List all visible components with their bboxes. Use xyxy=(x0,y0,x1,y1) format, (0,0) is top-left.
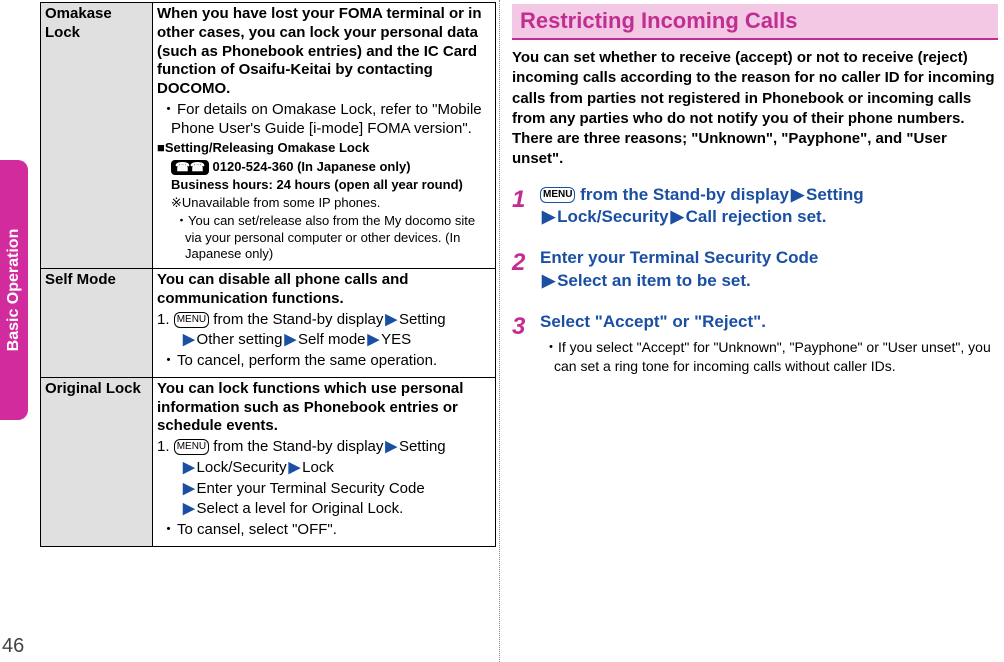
arrow-icon: ▶ xyxy=(383,311,399,328)
feature-bullet: To cancel, perform the same operation. xyxy=(157,352,491,371)
phone-icon: ☎☎ xyxy=(171,160,209,175)
feature-heading: When you have lost your FOMA terminal or… xyxy=(157,5,491,99)
arrow-icon: ▶ xyxy=(383,438,399,455)
side-tab: Basic Operation xyxy=(0,160,28,420)
arrow-icon: ▶ xyxy=(181,500,197,517)
arrow-icon: ▶ xyxy=(540,271,557,290)
step-part: Select "Accept" or "Reject". xyxy=(540,312,766,331)
step-part: Select an item to be set. xyxy=(557,271,751,290)
business-hours: Business hours: 24 hours (open all year … xyxy=(157,177,491,193)
step-part: Enter your Terminal Security Code xyxy=(540,248,818,267)
feature-name: Omakase Lock xyxy=(41,3,153,269)
phone-number: 0120-524-360 (In Japanese only) xyxy=(213,159,411,174)
step-part: from the Stand-by display xyxy=(575,185,788,204)
arrow-icon: ▶ xyxy=(287,459,303,476)
step-note: If you select "Accept" for "Unknown", "P… xyxy=(540,338,998,376)
arrow-icon: ▶ xyxy=(669,207,686,226)
step-part: Lock/Security xyxy=(557,207,669,226)
feature-desc: When you have lost your FOMA terminal or… xyxy=(153,3,496,269)
feature-bullet: For details on Omakase Lock, refer to "M… xyxy=(157,101,491,139)
step-line: ▶Select a level for Original Lock. xyxy=(157,500,491,519)
arrow-icon: ▶ xyxy=(789,185,806,204)
step-part: Call rejection set. xyxy=(686,207,827,226)
step-body: MENU from the Stand-by display▶Setting ▶… xyxy=(540,184,998,230)
step-part: Enter your Terminal Security Code xyxy=(197,480,425,497)
feature-desc: You can lock functions which use persona… xyxy=(153,377,496,546)
arrow-icon: ▶ xyxy=(366,331,382,348)
feature-name: Self Mode xyxy=(41,269,153,378)
phone-line: ☎☎ 0120-524-360 (In Japanese only) xyxy=(157,159,491,175)
step-part: from the Stand-by display xyxy=(209,311,383,328)
menu-icon: MENU xyxy=(540,187,575,203)
step-prefix: 1. xyxy=(157,438,174,455)
page: Basic Operation 46 Omakase Lock When you… xyxy=(0,0,1004,662)
arrow-icon: ▶ xyxy=(181,459,197,476)
step-part: from the Stand-by display xyxy=(209,438,383,455)
feature-heading: You can disable all phone calls and comm… xyxy=(157,271,491,309)
table-row: Self Mode You can disable all phone call… xyxy=(41,269,496,378)
ip-note: ※Unavailable from some IP phones. xyxy=(157,195,491,211)
feature-heading: You can lock functions which use persona… xyxy=(157,380,491,436)
section-header: Restricting Incoming Calls xyxy=(512,4,998,40)
step-part: Select a level for Original Lock. xyxy=(197,500,404,517)
right-column: Restricting Incoming Calls You can set w… xyxy=(500,0,1004,662)
step-number: 3 xyxy=(512,311,540,376)
step-part: YES xyxy=(381,331,411,348)
step-line: ▶Other setting▶Self mode▶YES xyxy=(157,331,491,350)
step: 1 MENU from the Stand-by display▶Setting… xyxy=(512,184,998,230)
step: 2 Enter your Terminal Security Code ▶Sel… xyxy=(512,247,998,293)
my-docomo-note: You can set/release also from the My doc… xyxy=(157,213,491,262)
arrow-icon: ▶ xyxy=(540,207,557,226)
left-column: Basic Operation 46 Omakase Lock When you… xyxy=(0,0,500,662)
step-body: Select "Accept" or "Reject". If you sele… xyxy=(540,311,998,376)
step-body: Enter your Terminal Security Code ▶Selec… xyxy=(540,247,998,293)
arrow-icon: ▶ xyxy=(282,331,298,348)
table-row: Original Lock You can lock functions whi… xyxy=(41,377,496,546)
feature-desc: You can disable all phone calls and comm… xyxy=(153,269,496,378)
step-line: ▶Lock/Security▶Lock xyxy=(157,459,491,478)
side-tab-label: Basic Operation xyxy=(5,229,23,352)
step-part: Self mode xyxy=(298,331,366,348)
table-row: Omakase Lock When you have lost your FOM… xyxy=(41,3,496,269)
step-part: Setting xyxy=(806,185,864,204)
step-line: 1. MENU from the Stand-by display▶Settin… xyxy=(157,311,491,330)
step-part: Lock/Security xyxy=(197,459,287,476)
step: 3 Select "Accept" or "Reject". If you se… xyxy=(512,311,998,376)
step-line: ▶Enter your Terminal Security Code xyxy=(157,480,491,499)
menu-icon: MENU xyxy=(174,439,209,455)
sub-heading: ■Setting/Releasing Omakase Lock xyxy=(157,140,491,156)
arrow-icon: ▶ xyxy=(181,331,197,348)
arrow-icon: ▶ xyxy=(181,480,197,497)
page-number: 46 xyxy=(2,635,24,658)
step-part: Other setting xyxy=(197,331,283,348)
step-prefix: 1. xyxy=(157,311,174,328)
menu-icon: MENU xyxy=(174,312,209,328)
feature-bullet: To cansel, select "OFF". xyxy=(157,521,491,540)
step-part: Lock xyxy=(302,459,334,476)
feature-table: Omakase Lock When you have lost your FOM… xyxy=(40,2,496,547)
step-line: 1. MENU from the Stand-by display▶Settin… xyxy=(157,438,491,457)
column-divider xyxy=(499,0,500,662)
step-number: 1 xyxy=(512,184,540,230)
step-part: Setting xyxy=(399,311,446,328)
feature-name: Original Lock xyxy=(41,377,153,546)
section-intro: You can set whether to receive (accept) … xyxy=(512,48,998,170)
step-number: 2 xyxy=(512,247,540,293)
step-part: Setting xyxy=(399,438,446,455)
